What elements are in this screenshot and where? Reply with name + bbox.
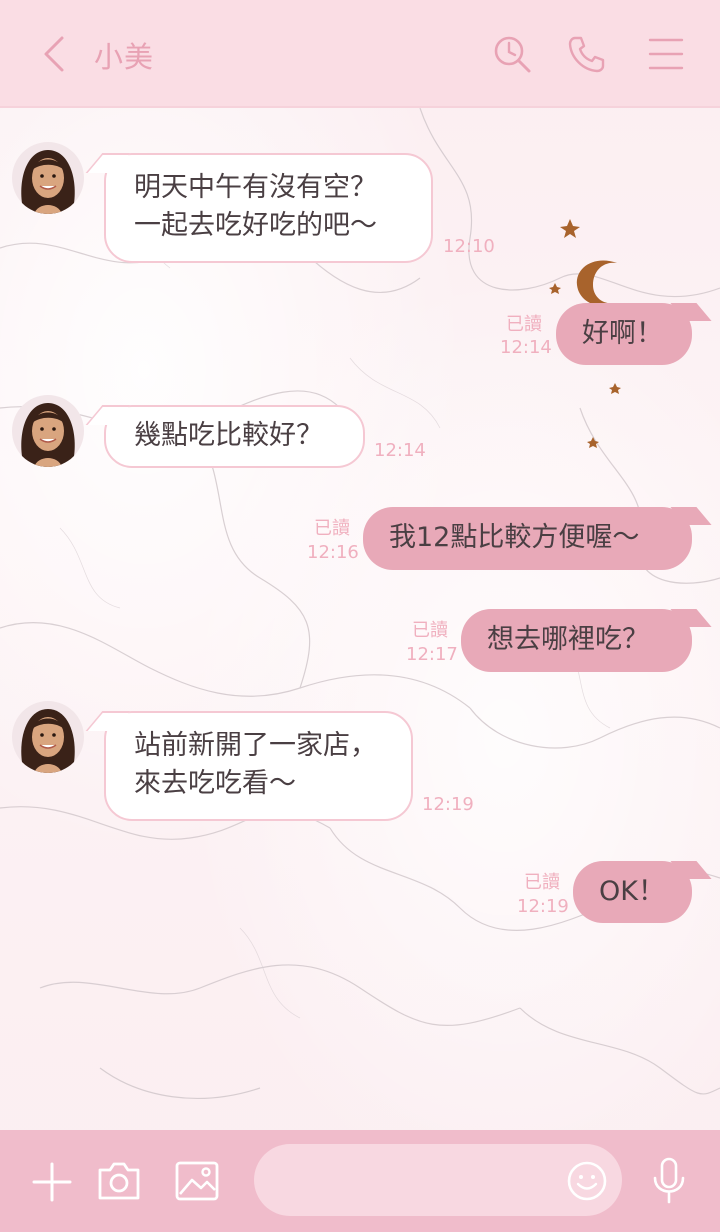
message-time: 12:19 (517, 896, 569, 917)
avatar[interactable] (12, 701, 84, 773)
input-bar (0, 1130, 720, 1232)
search-icon[interactable] (492, 34, 532, 74)
outgoing-message-bubble[interactable]: 好啊！ (556, 303, 692, 365)
chat-header: 小美 (0, 0, 720, 108)
incoming-message-bubble[interactable]: 明天中午有沒有空？ 一起去吃好吃的吧～ (104, 153, 433, 263)
outgoing-message-bubble[interactable]: OK！ (573, 861, 692, 923)
outgoing-message-bubble[interactable]: 我12點比較方便喔～ (363, 507, 692, 570)
plus-icon[interactable] (30, 1160, 74, 1204)
message-time: 12:16 (307, 542, 359, 563)
message-time: 12:17 (406, 644, 458, 665)
smiley-icon[interactable] (566, 1160, 608, 1202)
avatar-photo (12, 395, 84, 467)
read-receipt: 已讀 (506, 314, 542, 335)
message-time: 12:14 (374, 440, 426, 461)
message-time: 12:19 (422, 794, 474, 815)
avatar[interactable] (12, 142, 84, 214)
read-receipt: 已讀 (314, 518, 350, 539)
microphone-icon[interactable] (650, 1156, 688, 1206)
message-time: 12:10 (443, 236, 495, 257)
read-receipt: 已讀 (524, 872, 560, 893)
avatar-photo (12, 701, 84, 773)
camera-icon[interactable] (96, 1158, 142, 1202)
avatar-photo (12, 142, 84, 214)
image-icon[interactable] (174, 1160, 220, 1202)
chat-title: 小美 (94, 40, 155, 74)
incoming-message-bubble[interactable]: 幾點吃比較好？ (104, 405, 365, 468)
outgoing-message-bubble[interactable]: 想去哪裡吃？ (461, 609, 692, 672)
incoming-message-bubble[interactable]: 站前新開了一家店， 來去吃吃看～ (104, 711, 413, 821)
chevron-left-icon[interactable] (36, 32, 76, 76)
chat-screen: 小美 明天中午有沒有空？ 一起去吃好吃的吧～ 12:10 已讀 12:14 好啊… (0, 0, 720, 1232)
avatar[interactable] (12, 395, 84, 467)
message-time: 12:14 (500, 337, 552, 358)
hamburger-menu-icon[interactable] (646, 34, 686, 74)
read-receipt: 已讀 (412, 620, 448, 641)
phone-icon[interactable] (566, 34, 606, 74)
